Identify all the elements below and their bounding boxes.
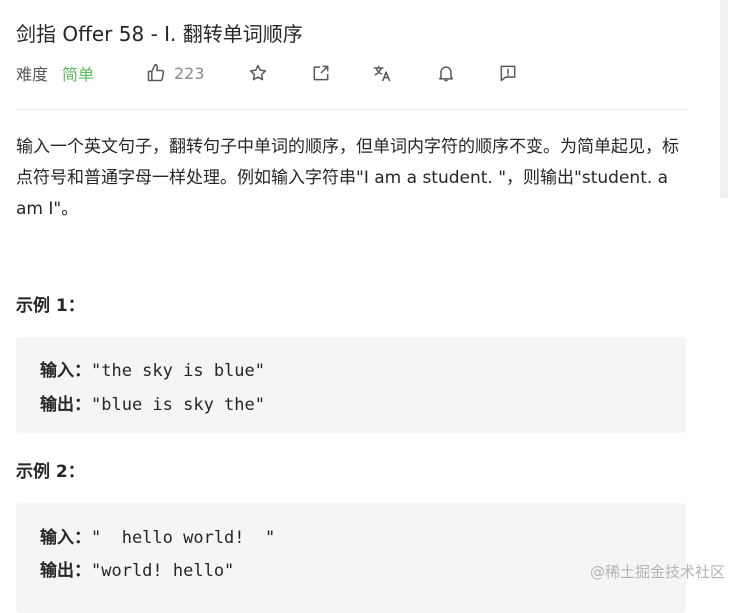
watermark: @稀土掘金技术社区: [589, 563, 725, 581]
like-button[interactable]: 223: [146, 61, 205, 85]
share-button[interactable]: [311, 61, 331, 85]
header-divider: [16, 109, 686, 110]
favorite-button[interactable]: [248, 61, 268, 85]
difficulty-label: 难度: [16, 65, 49, 84]
share-icon: [313, 65, 329, 81]
like-count: 223: [174, 63, 205, 83]
example-2-output: 输出："world! hello": [40, 556, 234, 581]
feedback-button[interactable]: [498, 61, 518, 85]
problem-description: 输入一个英文句子，翻转句子中单词的顺序，但单词内字符的顺序不变。为简单起见，标点…: [16, 137, 679, 219]
problem-meta: 难度 简单: [16, 60, 94, 86]
thumbs-up-icon: [147, 63, 165, 82]
vertical-scrollbar[interactable]: [720, 0, 728, 198]
input-value: " hello world! ": [91, 528, 276, 548]
example-2-block: 输入：" hello world! " 输出："world! hello": [16, 503, 686, 613]
difficulty-badge: 简单: [62, 65, 95, 84]
problem-title: 剑指 Offer 58 - I. 翻转单词顺序: [16, 22, 303, 46]
example-1-input: 输入："the sky is blue": [40, 356, 265, 381]
example-2-input: 输入：" hello world! ": [40, 523, 275, 548]
example-1-block: 输入："the sky is blue" 输出："blue is sky the…: [16, 337, 686, 433]
example-1-output: 输出："blue is sky the": [40, 390, 265, 415]
output-value: "world! hello": [91, 561, 235, 581]
star-icon: [249, 64, 267, 81]
subscribe-button[interactable]: [436, 61, 456, 85]
input-value: "the sky is blue": [91, 361, 265, 381]
output-label: 输出：: [40, 561, 91, 581]
feedback-icon: [500, 65, 516, 82]
translate-icon: [373, 65, 391, 82]
example-1-heading: 示例 1：: [16, 296, 85, 316]
input-label: 输入：: [40, 528, 91, 548]
translate-button[interactable]: [372, 61, 392, 85]
example-2-heading: 示例 2：: [16, 462, 85, 482]
output-label: 输出：: [40, 395, 91, 415]
bell-icon: [439, 66, 453, 82]
output-value: "blue is sky the": [91, 395, 265, 415]
input-label: 输入：: [40, 361, 91, 381]
